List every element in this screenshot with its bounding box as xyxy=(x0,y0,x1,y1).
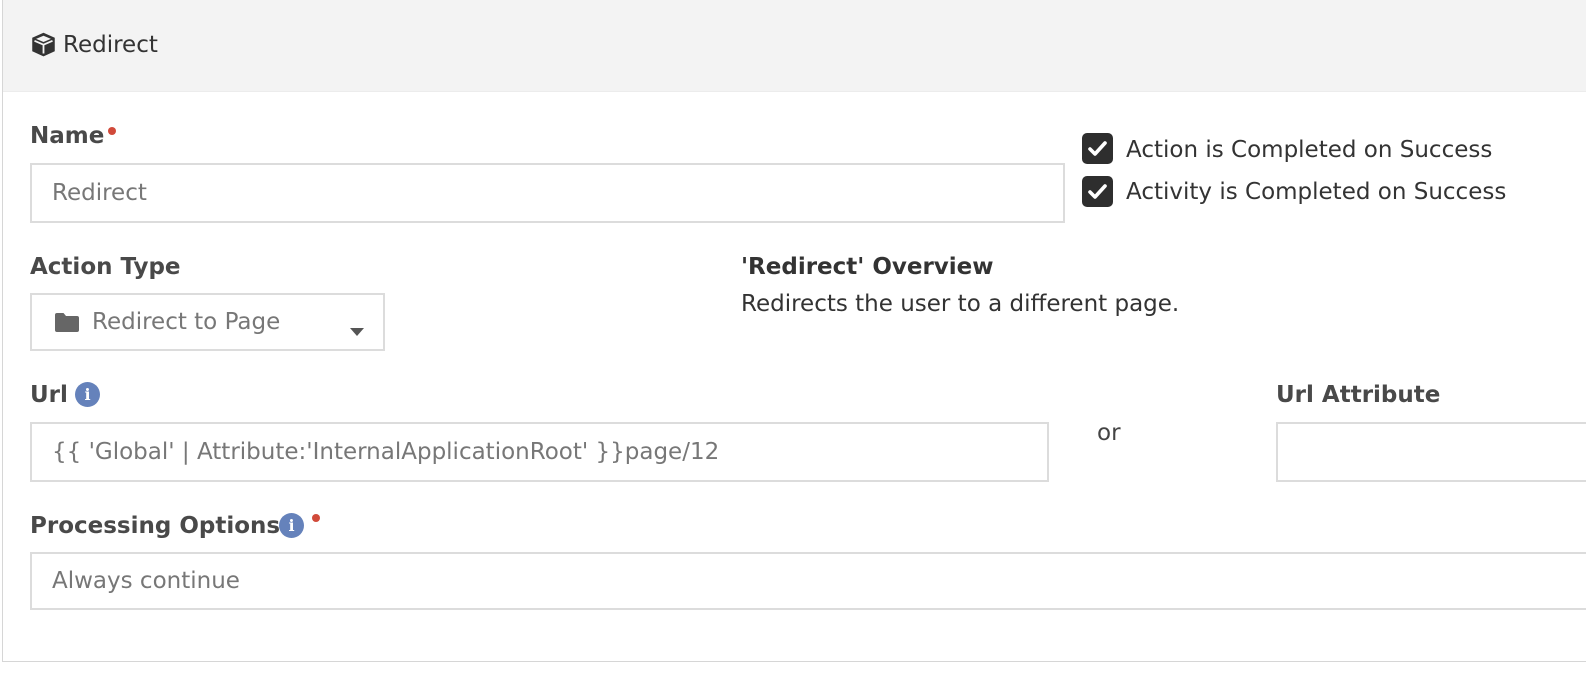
url-input[interactable]: {{ 'Global' | Attribute:'InternalApplica… xyxy=(30,422,1049,482)
overview-title: 'Redirect' Overview xyxy=(741,254,994,280)
processing-options-select[interactable]: Always continue xyxy=(30,552,1586,610)
or-separator: or xyxy=(1097,420,1121,446)
overview-description: Redirects the user to a different page. xyxy=(741,291,1180,317)
name-label: Name xyxy=(30,123,105,149)
action-type-select[interactable]: Redirect to Page xyxy=(30,293,385,351)
required-indicator xyxy=(312,514,320,522)
required-indicator xyxy=(108,127,116,135)
action-type-label: Action Type xyxy=(30,254,181,280)
activity-completed-checkbox[interactable] xyxy=(1082,176,1113,207)
folder-icon xyxy=(54,311,80,333)
chevron-down-icon xyxy=(350,317,364,336)
cube-icon xyxy=(30,31,57,58)
name-input[interactable]: Redirect xyxy=(30,163,1065,223)
action-completed-checkbox[interactable] xyxy=(1082,133,1113,164)
check-icon xyxy=(1088,141,1107,156)
activity-completed-label[interactable]: Activity is Completed on Success xyxy=(1126,178,1506,206)
url-label: Url xyxy=(30,382,68,408)
panel-title: Redirect xyxy=(63,32,158,58)
check-icon xyxy=(1088,184,1107,199)
url-attribute-select[interactable] xyxy=(1276,422,1586,482)
url-info-icon[interactable]: i xyxy=(75,382,100,407)
panel-heading[interactable]: Redirect xyxy=(3,0,1586,92)
processing-options-info-icon[interactable]: i xyxy=(279,513,304,538)
url-attribute-label: Url Attribute xyxy=(1276,382,1441,408)
processing-options-label: Processing Options xyxy=(30,513,281,539)
action-type-value: Redirect to Page xyxy=(92,309,281,335)
action-completed-label[interactable]: Action is Completed on Success xyxy=(1126,136,1492,164)
